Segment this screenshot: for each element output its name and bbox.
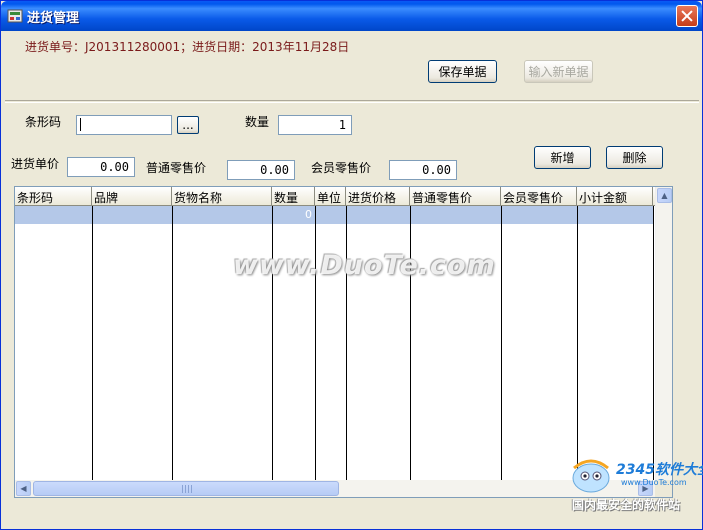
title-bar: 进货管理 bbox=[1, 1, 702, 31]
browse-button[interactable]: ... bbox=[177, 116, 199, 134]
logo-url: www.DuoTe.com bbox=[621, 478, 687, 487]
retail-price-input[interactable]: 0.00 bbox=[227, 160, 295, 180]
scroll-up-icon[interactable]: ▲ bbox=[657, 188, 672, 203]
col-header-subtotal[interactable]: 小计金额 bbox=[577, 187, 653, 206]
col-header-brand[interactable]: 品牌 bbox=[92, 187, 172, 206]
column-divider bbox=[577, 206, 578, 481]
grid-header: 条形码 品牌 货物名称 数量 单位 进货价格 普通零售价 会员零售价 小计金额 … bbox=[15, 187, 663, 206]
add-button[interactable]: 新增 bbox=[534, 146, 591, 169]
purchase-window: 进货管理 进货单号：J201311280001；进货日期：2013年11月28日… bbox=[0, 0, 703, 530]
column-divider bbox=[92, 206, 93, 481]
col-header-product-name[interactable]: 货物名称 bbox=[172, 187, 272, 206]
items-grid[interactable]: 条形码 品牌 货物名称 数量 单位 进货价格 普通零售价 会员零售价 小计金额 … bbox=[14, 186, 673, 498]
new-document-button[interactable]: 输入新单据 bbox=[524, 60, 593, 83]
col-header-quantity[interactable]: 数量 bbox=[272, 187, 315, 206]
col-header-barcode[interactable]: 条形码 bbox=[15, 187, 92, 206]
window-title: 进货管理 bbox=[27, 11, 80, 26]
member-price-label: 会员零售价 bbox=[311, 161, 372, 175]
column-divider bbox=[172, 206, 173, 481]
horizontal-scrollbar[interactable]: ◀ ▶ bbox=[15, 480, 655, 497]
grip-icon bbox=[182, 485, 192, 493]
scroll-left-icon[interactable]: ◀ bbox=[16, 481, 31, 496]
column-divider bbox=[501, 206, 502, 481]
column-divider bbox=[315, 206, 316, 481]
table-row[interactable] bbox=[15, 206, 654, 224]
divider bbox=[5, 100, 699, 103]
purchase-price-label: 进货单价 bbox=[11, 157, 60, 171]
column-divider bbox=[272, 206, 273, 481]
barcode-input[interactable] bbox=[76, 115, 172, 135]
purchase-price-input[interactable]: 0.00 bbox=[67, 157, 135, 177]
col-header-member-price[interactable]: 会员零售价 bbox=[501, 187, 577, 206]
column-divider bbox=[346, 206, 347, 481]
text-caret bbox=[80, 118, 81, 131]
save-button[interactable]: 保存单据 bbox=[428, 60, 497, 83]
logo-title: 2345软件大全 bbox=[616, 462, 703, 478]
horizontal-scroll-thumb[interactable] bbox=[33, 481, 339, 496]
quantity-label: 数量 bbox=[245, 115, 270, 129]
delete-button[interactable]: 删除 bbox=[606, 146, 663, 169]
member-price-input[interactable]: 0.00 bbox=[389, 160, 457, 180]
mascot-icon bbox=[572, 459, 610, 493]
app-icon bbox=[7, 9, 23, 23]
close-button[interactable] bbox=[676, 5, 698, 27]
logo-slogan: 国内最安全的软件站 bbox=[572, 498, 681, 512]
site-logo: 2345软件大全 www.DuoTe.com 国内最安全的软件站 bbox=[566, 456, 703, 516]
col-header-unit[interactable]: 单位 bbox=[315, 187, 346, 206]
column-divider bbox=[410, 206, 411, 481]
watermark: www.DuoTe.com bbox=[233, 250, 496, 281]
barcode-label: 条形码 bbox=[25, 115, 62, 129]
order-info: 进货单号：J201311280001；进货日期：2013年11月28日 bbox=[25, 40, 350, 54]
col-header-purchase-price[interactable]: 进货价格 bbox=[346, 187, 410, 206]
row-quantity-cell[interactable]: 0 bbox=[272, 206, 315, 224]
column-divider bbox=[653, 206, 654, 481]
retail-price-label: 普通零售价 bbox=[146, 161, 207, 175]
col-header-retail-price[interactable]: 普通零售价 bbox=[410, 187, 501, 206]
quantity-input[interactable]: 1 bbox=[278, 115, 352, 135]
vertical-scrollbar[interactable]: ▲ bbox=[655, 187, 672, 481]
